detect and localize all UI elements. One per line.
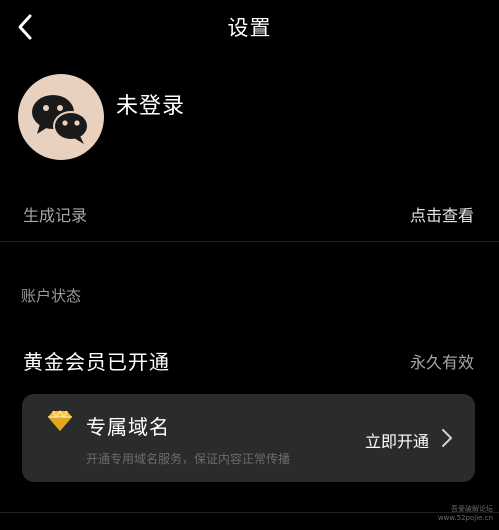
header-bar: 设置 [0,0,499,56]
watermark-text: 吾爱破解论坛 www.52pojie.cn [437,505,493,522]
account-section-title: 账户状态 [21,287,82,305]
wechat-icon [32,95,89,144]
card-description: 开通专用域名服务，保证内容正常传播 [86,452,291,466]
card-title: 专属域名 [86,415,170,439]
custom-domain-card[interactable]: 专属域名 开通专用域名服务，保证内容正常传播 立即开通 [22,394,475,482]
divider [0,241,499,242]
profile-section: 未登录 [18,74,418,166]
login-status[interactable]: 未登录 [116,88,185,120]
generation-history-row[interactable]: 生成记录 点击查看 [0,188,499,238]
membership-row: 黄金会员已开通 永久有效 [0,340,499,380]
gem-icon [48,410,72,431]
membership-validity: 永久有效 [409,353,474,372]
membership-status: 黄金会员已开通 [23,350,170,374]
history-label: 生成记录 [23,206,88,225]
avatar[interactable] [18,74,104,160]
page-title: 设置 [227,16,272,40]
chevron-right-icon[interactable] [441,428,453,448]
watermark: 吾爱破解论坛 www.52pojie.cn [425,502,495,528]
activate-now-button[interactable]: 立即开通 [365,428,429,452]
view-history-link[interactable]: 点击查看 [410,202,474,226]
